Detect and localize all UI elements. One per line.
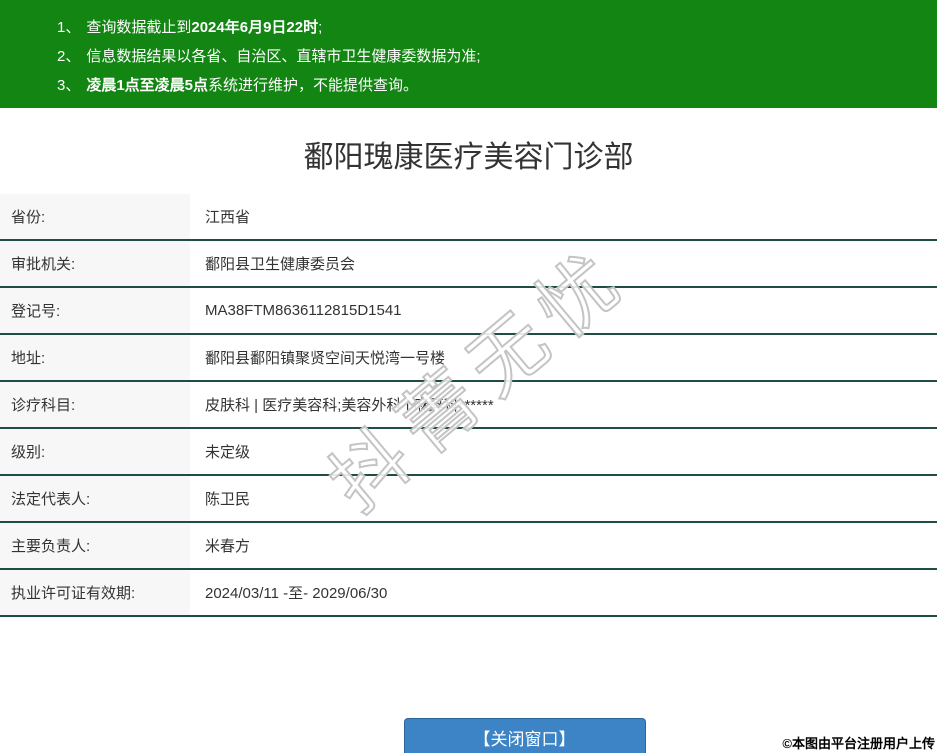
table-row-registration-number: 登记号: MA38FTM8636112815D1541: [0, 288, 937, 335]
row-label: 级别:: [0, 429, 190, 474]
table-row-main-responsible-person: 主要负责人: 米春方: [0, 523, 937, 570]
notice-number: 1、: [57, 19, 81, 36]
notice-text-bold: 凌晨1点至凌晨5点: [86, 77, 209, 94]
page-title: 鄱阳瑰康医疗美容门诊部: [303, 141, 634, 174]
table-row-medical-subjects: 诊疗科目: 皮肤科 | 医疗美容科;美容外科 | 麻醉科******: [0, 382, 937, 429]
row-label: 地址:: [0, 335, 190, 380]
notice-text: 查询数据截止到: [86, 19, 192, 36]
table-row-legal-representative: 法定代表人: 陈卫民: [0, 476, 937, 523]
row-value: 鄱阳县卫生健康委员会: [190, 241, 937, 286]
notice-line-2: 2、 信息数据结果以各省、自治区、直辖市卫生健康委数据为准;: [57, 42, 917, 71]
row-value: MA38FTM8636112815D1541: [190, 288, 937, 333]
notice-text: 系统进行维护，不能提供查询。: [208, 77, 419, 94]
table-row-province: 省份: 江西省: [0, 194, 937, 241]
row-label: 法定代表人:: [0, 476, 190, 521]
institution-info-table: 省份: 江西省 审批机关: 鄱阳县卫生健康委员会 登记号: MA38FTM863…: [0, 194, 937, 617]
row-label: 省份:: [0, 194, 190, 239]
row-value: 未定级: [190, 429, 937, 474]
table-row-address: 地址: 鄱阳县鄱阳镇聚贤空间天悦湾一号楼: [0, 335, 937, 382]
close-window-button[interactable]: 【关闭窗口】: [403, 718, 646, 753]
notice-line-1: 1、 查询数据截止到2024年6月9日22时;: [57, 13, 917, 42]
upload-credit-text: ©本图由平台注册用户上传: [782, 736, 935, 751]
notice-text: 信息数据结果以各省、自治区、直辖市卫生健康委数据为准;: [86, 48, 481, 65]
notice-text-bold: 2024年6月9日22时: [191, 19, 319, 36]
row-value: 米春方: [190, 523, 937, 568]
row-value: 陈卫民: [190, 476, 937, 521]
row-label: 执业许可证有效期:: [0, 570, 190, 615]
row-value: 2024/03/11 -至- 2029/06/30: [190, 570, 937, 615]
table-row-level: 级别: 未定级: [0, 429, 937, 476]
row-label: 登记号:: [0, 288, 190, 333]
row-value: 皮肤科 | 医疗美容科;美容外科 | 麻醉科******: [190, 382, 937, 427]
row-label: 主要负责人:: [0, 523, 190, 568]
notice-text: ;: [318, 19, 323, 36]
table-row-approval-authority: 审批机关: 鄱阳县卫生健康委员会: [0, 241, 937, 288]
notice-line-3: 3、 凌晨1点至凌晨5点系统进行维护，不能提供查询。: [57, 71, 917, 100]
notice-banner: 1、 查询数据截止到2024年6月9日22时; 2、 信息数据结果以各省、自治区、直…: [0, 0, 937, 108]
notice-number: 2、: [57, 48, 81, 65]
row-value: 鄱阳县鄱阳镇聚贤空间天悦湾一号楼: [190, 335, 937, 380]
row-label: 诊疗科目:: [0, 382, 190, 427]
table-row-license-validity: 执业许可证有效期: 2024/03/11 -至- 2029/06/30: [0, 570, 937, 617]
notice-number: 3、: [57, 77, 81, 94]
row-label: 审批机关:: [0, 241, 190, 286]
row-value: 江西省: [190, 194, 937, 239]
